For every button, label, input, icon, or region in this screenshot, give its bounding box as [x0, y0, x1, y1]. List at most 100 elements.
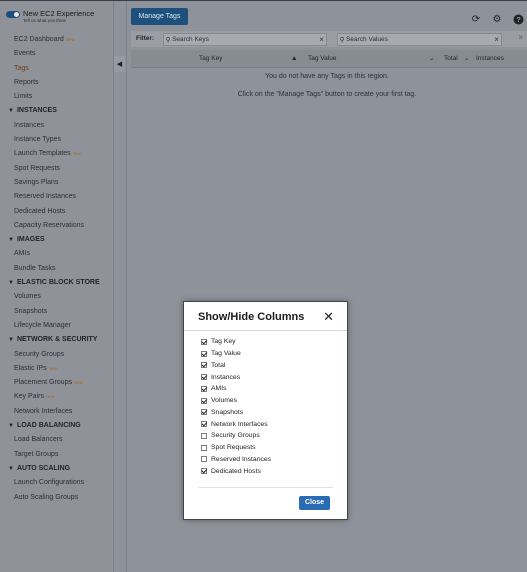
empty-state-message: You do not have any Tags in this region.: [265, 73, 389, 80]
sidebar-item-security-groups[interactable]: Security Groups: [0, 348, 113, 362]
column-option[interactable]: Total: [201, 360, 271, 372]
caret-down-icon: ▼: [8, 337, 14, 344]
new-badge: New: [45, 394, 55, 400]
new-experience-feedback-link[interactable]: Tell us what you think: [23, 18, 94, 24]
sort-icon[interactable]: ⌄: [464, 50, 469, 67]
search-icon: ⚲: [339, 36, 345, 44]
caret-down-icon: ▼: [8, 423, 14, 430]
checkbox[interactable]: [201, 409, 207, 416]
checkbox[interactable]: [201, 385, 207, 392]
sidebar-item-volumes[interactable]: Volumes: [0, 290, 113, 304]
sidebar-collapse-handle[interactable]: ◀: [114, 56, 125, 72]
sidebar-item-instances[interactable]: Instances: [0, 119, 113, 133]
column-option[interactable]: Tag Key: [201, 336, 271, 348]
sidebar-item-savings-plans[interactable]: Savings Plans: [0, 176, 113, 190]
sort-asc-icon[interactable]: ▲: [291, 50, 297, 67]
sort-icon[interactable]: ⌄: [429, 50, 434, 67]
clear-values-icon[interactable]: ×: [492, 35, 501, 44]
sidebar-item-elastic-ips[interactable]: Elastic IPs New: [0, 362, 113, 376]
column-header-total[interactable]: Total: [444, 50, 458, 67]
sidebar-item-placement-groups[interactable]: Placement Groups New: [0, 376, 113, 390]
sidebar-item-network-interfaces[interactable]: Network Interfaces: [0, 405, 113, 419]
new-badge: New: [65, 37, 75, 42]
checkbox[interactable]: [201, 456, 207, 463]
sidebar-item-key-pairs[interactable]: Key Pairs New: [0, 390, 113, 404]
checkbox[interactable]: [201, 397, 207, 404]
new-badge: New: [48, 365, 58, 371]
column-options: Tag Key Tag Value Total Instances AMIs Volume…: [201, 336, 271, 477]
sidebar-item-amis[interactable]: AMIs: [0, 247, 113, 261]
refresh-icon[interactable]: ⟳: [470, 14, 482, 26]
sidebar-section-network-security[interactable]: ▼ NETWORK & SECURITY: [0, 333, 113, 347]
checkbox[interactable]: [201, 444, 207, 451]
sidebar-item-spot-requests[interactable]: Spot Requests: [0, 162, 113, 176]
caret-down-icon: ▼: [8, 465, 14, 472]
sidebar-item-load-balancers[interactable]: Load Balancers: [0, 433, 113, 447]
sidebar-item-reports[interactable]: Reports: [0, 76, 113, 90]
dialog-title: Show/Hide Columns: [198, 311, 305, 323]
sidebar-section-load-balancing[interactable]: ▼ LOAD BALANCING: [0, 419, 113, 433]
sidebar-item-ec2-dashboard[interactable]: EC2 Dashboard New: [0, 33, 113, 47]
column-option[interactable]: Snapshots: [201, 407, 271, 419]
filter-bar: Filter: ⚲ × ⚲ × ×: [131, 31, 527, 47]
column-option[interactable]: Spot Requests: [201, 442, 271, 454]
column-option[interactable]: AMIs: [201, 383, 271, 395]
column-option[interactable]: Volumes: [201, 395, 271, 407]
close-button[interactable]: Close: [299, 496, 330, 510]
gear-icon[interactable]: ⚙: [491, 14, 503, 26]
show-hide-columns-dialog: Show/Hide Columns ✕ Tag Key Tag Value Tota…: [183, 301, 348, 520]
checkbox[interactable]: [201, 432, 207, 439]
column-option[interactable]: Dedicated Hosts: [201, 465, 271, 477]
checkbox[interactable]: [201, 338, 207, 345]
sidebar-item-limits[interactable]: Limits: [0, 90, 113, 104]
sidebar-item-target-groups[interactable]: Target Groups: [0, 448, 113, 462]
checkbox[interactable]: [201, 350, 207, 357]
close-filter-icon[interactable]: ×: [518, 33, 523, 42]
sidebar-item-instance-types[interactable]: Instance Types: [0, 133, 113, 147]
sidebar-item-events[interactable]: Events: [0, 47, 113, 61]
column-option[interactable]: Reserved Instances: [201, 454, 271, 466]
column-header-tag-key[interactable]: Tag Key: [199, 50, 223, 67]
sidebar-section-images[interactable]: ▼ IMAGES: [0, 233, 113, 247]
close-icon[interactable]: ✕: [323, 310, 334, 324]
caret-down-icon: ▼: [8, 108, 14, 115]
sidebar-item-bundle-tasks[interactable]: Bundle Tasks: [0, 262, 113, 276]
svg-text:?: ?: [516, 15, 521, 24]
sidebar-item-tags[interactable]: Tags: [0, 62, 113, 76]
sidebar-item-launch-templates[interactable]: Launch Templates New: [0, 147, 113, 161]
sidebar-section-instances[interactable]: ▼ INSTANCES: [0, 104, 113, 118]
new-badge: New: [73, 380, 83, 386]
sidebar-section-auto-scaling[interactable]: ▼ AUTO SCALING: [0, 462, 113, 476]
search-keys-input[interactable]: [172, 34, 318, 45]
manage-tags-button[interactable]: Manage Tags: [131, 8, 188, 25]
search-values-input[interactable]: [346, 34, 493, 45]
column-header-instances[interactable]: Instances: [476, 50, 504, 67]
sidebar-item-lifecycle-manager[interactable]: Lifecycle Manager: [0, 319, 113, 333]
empty-state-hint: Click on the "Manage Tags" button to cre…: [237, 91, 417, 98]
column-option[interactable]: Network Interfaces: [201, 418, 271, 430]
column-option[interactable]: Instances: [201, 371, 271, 383]
checkbox[interactable]: [201, 468, 207, 475]
column-option[interactable]: Tag Value: [201, 348, 271, 360]
checkbox[interactable]: [201, 421, 207, 428]
dialog-divider: [198, 487, 333, 488]
search-icon: ⚲: [165, 36, 171, 44]
column-header-tag-value[interactable]: Tag Value: [308, 50, 336, 67]
sidebar-item-launch-configurations[interactable]: Launch Configurations: [0, 476, 113, 490]
new-experience-toggle-row: New EC2 Experience Tell us what you thin…: [6, 9, 94, 24]
sidebar-section-elastic-block-store[interactable]: ▼ ELASTIC BLOCK STORE: [0, 276, 113, 290]
sidebar-item-snapshots[interactable]: Snapshots: [0, 305, 113, 319]
sidebar-item-capacity-reservations[interactable]: Capacity Reservations: [0, 219, 113, 233]
help-icon[interactable]: ?: [512, 14, 524, 26]
sidebar-item-dedicated-hosts[interactable]: Dedicated Hosts: [0, 205, 113, 219]
sidebar-item-reserved-instances[interactable]: Reserved Instances: [0, 190, 113, 204]
new-experience-toggle[interactable]: [6, 11, 20, 18]
checkbox[interactable]: [201, 362, 207, 369]
column-option[interactable]: Security Groups: [201, 430, 271, 442]
sidebar-item-auto-scaling-groups[interactable]: Auto Scaling Groups: [0, 491, 113, 505]
sidebar-nav: EC2 Dashboard New Events Tags Reports Limits ▼…: [0, 33, 113, 505]
clear-keys-icon[interactable]: ×: [317, 35, 326, 44]
caret-down-icon: ▼: [8, 237, 14, 244]
checkbox[interactable]: [201, 374, 207, 381]
dialog-divider: [184, 330, 347, 331]
